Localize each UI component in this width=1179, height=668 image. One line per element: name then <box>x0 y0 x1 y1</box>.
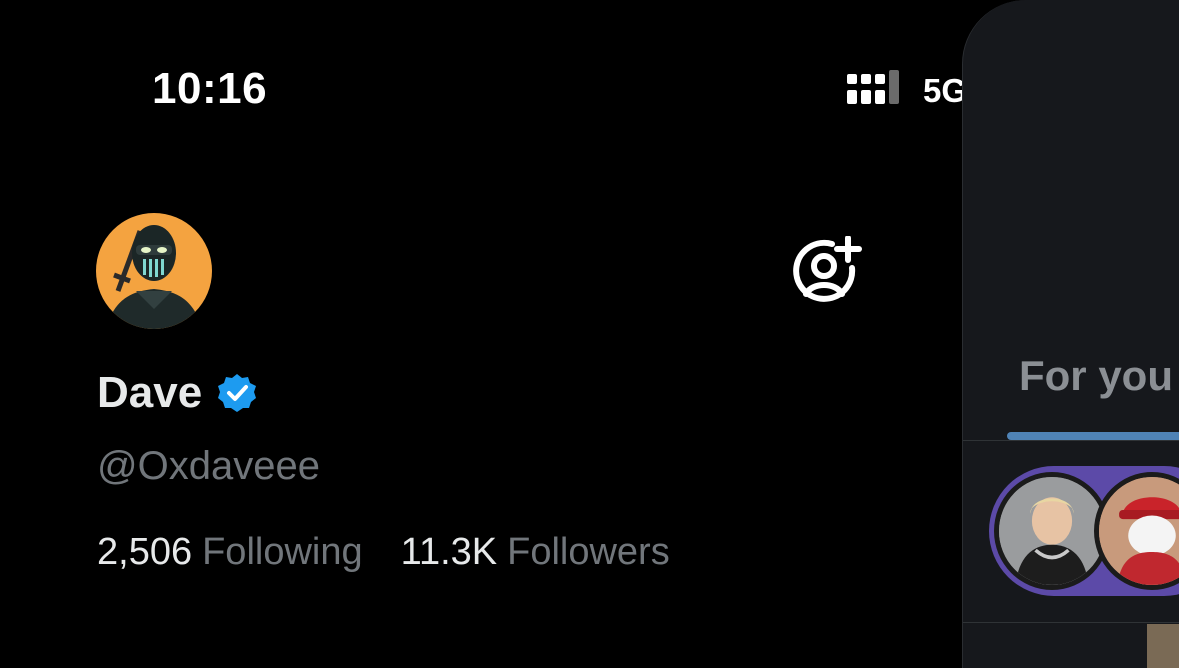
active-tab-indicator <box>1007 432 1179 440</box>
display-name[interactable]: Dave <box>97 368 202 418</box>
add-account-icon[interactable] <box>792 236 864 308</box>
user-handle: @Oxdaveee <box>97 444 320 488</box>
status-bar: 10:16 5G <box>0 0 1081 150</box>
cellular-signal-icon <box>847 70 899 104</box>
following-stat[interactable]: 2,506 Following <box>97 531 363 574</box>
tab-for-you[interactable]: For you <box>1019 352 1173 400</box>
profile-avatar[interactable] <box>96 213 212 329</box>
followers-count: 11.3K <box>400 531 498 573</box>
status-time: 10:16 <box>152 64 268 113</box>
display-name-row[interactable]: Dave <box>97 368 258 418</box>
story-avatar-2-image <box>1099 477 1179 585</box>
followers-stat[interactable]: 11.3K Followers <box>401 531 670 574</box>
home-feed-panel[interactable]: For you <box>962 0 1179 668</box>
ninja-avatar <box>96 213 212 329</box>
network-type: 5G <box>923 72 968 109</box>
followers-label: Followers <box>507 531 670 573</box>
following-label: Following <box>202 531 363 573</box>
tab-divider <box>963 440 1179 441</box>
stories-row[interactable] <box>989 466 1179 596</box>
following-count: 2,506 <box>97 531 193 573</box>
feed-media-thumbnail[interactable] <box>1147 624 1179 668</box>
follow-stats: 2,506 Following 11.3K Followers <box>97 531 670 574</box>
verified-badge-icon <box>218 374 257 412</box>
story-avatar-2[interactable] <box>1094 472 1179 590</box>
story-avatar-1[interactable] <box>994 472 1110 590</box>
story-avatar-1-image <box>999 477 1105 585</box>
feed-divider <box>963 622 1179 623</box>
